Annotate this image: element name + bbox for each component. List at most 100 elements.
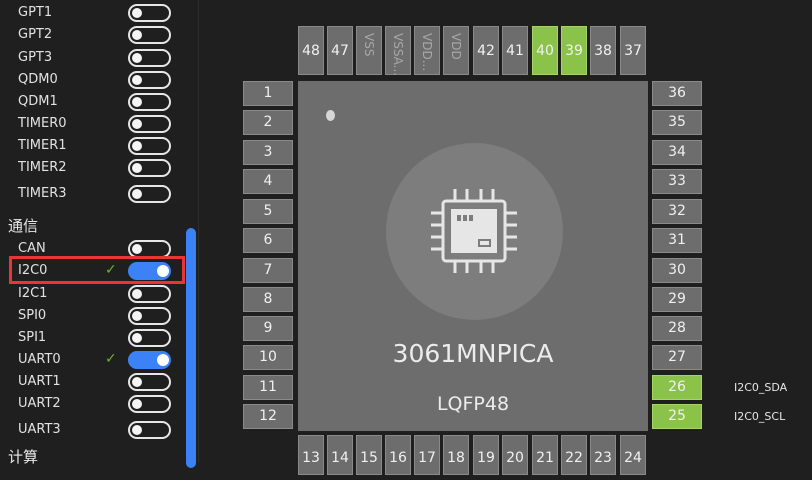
pin-19[interactable]: 19: [473, 435, 499, 475]
toggle-gpt1[interactable]: [128, 4, 171, 22]
pin-2[interactable]: 2: [243, 110, 293, 135]
toggle-i2c1[interactable]: [128, 285, 171, 303]
pin-26[interactable]: 26: [652, 375, 702, 400]
toggle-qdm1[interactable]: [128, 93, 171, 111]
toggle-timer1[interactable]: [128, 137, 171, 155]
toggle-knob: [132, 311, 142, 321]
pin-label: VDD...: [420, 33, 434, 72]
sidebar-item-timer3[interactable]: TIMER3: [0, 183, 190, 205]
chip-package: LQFP48: [436, 393, 510, 415]
sidebar-item-timer0[interactable]: TIMER0: [0, 113, 190, 135]
sidebar-item-gpt2[interactable]: GPT2: [0, 24, 190, 46]
pin-18[interactable]: 18: [443, 435, 469, 475]
pin-27[interactable]: 27: [652, 345, 702, 370]
toggle-uart0[interactable]: [128, 351, 171, 369]
pin-power-3[interactable]: VSSA...: [385, 26, 411, 77]
pin-32[interactable]: 32: [652, 199, 702, 224]
pin-20[interactable]: 20: [502, 435, 528, 475]
pin-9[interactable]: 39: [561, 26, 587, 75]
pin-10[interactable]: 10: [243, 345, 293, 370]
peripheral-sidebar: GPT1 GPT2 GPT3 QDM0 QDM1 TIMER0 TIMER1 TIMER2 TI…: [0, 0, 199, 468]
pin-5[interactable]: 5: [243, 199, 293, 224]
pin-16[interactable]: 16: [385, 435, 411, 475]
pin-power-5[interactable]: VDD: [443, 26, 469, 75]
sidebar-item-timer1[interactable]: TIMER1: [0, 135, 190, 157]
pin-10[interactable]: 38: [590, 26, 616, 75]
sidebar-item-spi1[interactable]: SPI1: [0, 327, 190, 349]
pin-6[interactable]: 42: [473, 26, 499, 75]
toggle-knob: [132, 333, 142, 343]
sidebar-item-uart0[interactable]: UART0 ✓: [0, 349, 190, 371]
toggle-knob: [132, 425, 142, 435]
pin-34[interactable]: 34: [652, 140, 702, 165]
pin-0[interactable]: 48: [298, 26, 324, 75]
toggle-gpt3[interactable]: [128, 49, 171, 67]
toggle-timer2[interactable]: [128, 159, 171, 177]
pin-35[interactable]: 35: [652, 110, 702, 135]
sidebar-item-timer2[interactable]: TIMER2: [0, 157, 190, 179]
toggle-knob: [132, 75, 142, 85]
sidebar-scrollbar[interactable]: [186, 228, 196, 468]
pin-9[interactable]: 9: [243, 316, 293, 341]
toggle-gpt2[interactable]: [128, 26, 171, 44]
sidebar-item-qdm0[interactable]: QDM0: [0, 69, 190, 91]
pin-24[interactable]: 24: [620, 435, 646, 475]
sidebar-item-spi0[interactable]: SPI0: [0, 305, 190, 327]
toggle-knob: [132, 30, 142, 40]
pin-13[interactable]: 13: [298, 435, 324, 475]
chip-icon: [431, 189, 517, 273]
pin-15[interactable]: 15: [356, 435, 382, 475]
sidebar-item-i2c1[interactable]: I2C1: [0, 283, 190, 305]
sidebar-item-gpt1[interactable]: GPT1: [0, 2, 190, 24]
pin-25[interactable]: 25: [652, 404, 702, 429]
sidebar-item-label: GPT1: [18, 5, 53, 20]
toggle-knob: [132, 163, 142, 173]
pin-6[interactable]: 6: [243, 228, 293, 253]
pin-17[interactable]: 17: [414, 435, 440, 475]
pin-14[interactable]: 14: [327, 435, 353, 475]
pin-1[interactable]: 47: [327, 26, 353, 75]
chip-body: 3061MNPICA LQFP48: [298, 81, 648, 431]
toggle-uart2[interactable]: [128, 395, 171, 413]
pin-8[interactable]: 8: [243, 287, 293, 312]
pin-label: VSSA...: [391, 33, 405, 77]
toggle-spi0[interactable]: [128, 307, 171, 325]
toggle-uart1[interactable]: [128, 373, 171, 391]
sidebar-item-qdm1[interactable]: QDM1: [0, 91, 190, 113]
toggle-spi1[interactable]: [128, 329, 171, 347]
pin-7[interactable]: 7: [243, 258, 293, 283]
pin-33[interactable]: 33: [652, 169, 702, 194]
toggle-timer3[interactable]: [128, 185, 171, 203]
pin-3[interactable]: 3: [243, 140, 293, 165]
sidebar-item-gpt3[interactable]: GPT3: [0, 47, 190, 69]
sidebar-item-uart1[interactable]: UART1: [0, 371, 190, 393]
pin-29[interactable]: 29: [652, 287, 702, 312]
pin-22[interactable]: 22: [561, 435, 587, 475]
pin-31[interactable]: 31: [652, 228, 702, 253]
pin-label: VDD: [449, 33, 463, 60]
pin-28[interactable]: 28: [652, 316, 702, 341]
pin-11[interactable]: 11: [243, 375, 293, 400]
toggle-qdm0[interactable]: [128, 71, 171, 89]
pin-11[interactable]: 37: [620, 26, 646, 75]
toggle-timer0[interactable]: [128, 115, 171, 133]
sidebar-item-uart2[interactable]: UART2: [0, 393, 190, 415]
pin-12[interactable]: 12: [243, 404, 293, 429]
pin-30[interactable]: 30: [652, 258, 702, 283]
pin-power-4[interactable]: VDD...: [414, 26, 440, 75]
pin-power-2[interactable]: VSS: [356, 26, 382, 75]
pin-8[interactable]: 40: [532, 26, 558, 75]
pin-1[interactable]: 1: [243, 81, 293, 106]
sidebar-item-label: QDM0: [18, 72, 58, 87]
sidebar-item-label: UART0: [18, 352, 61, 367]
sidebar-item-uart3[interactable]: UART3: [0, 419, 190, 441]
toggle-uart3[interactable]: [128, 421, 171, 439]
pin-4[interactable]: 4: [243, 169, 293, 194]
sidebar-item-label: TIMER0: [18, 116, 67, 131]
pin-36[interactable]: 36: [652, 81, 702, 106]
pin-7[interactable]: 41: [502, 26, 528, 75]
pin-21[interactable]: 21: [532, 435, 558, 475]
pin-label: VSS: [362, 33, 376, 57]
toggle-knob: [132, 189, 142, 199]
pin-23[interactable]: 23: [590, 435, 616, 475]
